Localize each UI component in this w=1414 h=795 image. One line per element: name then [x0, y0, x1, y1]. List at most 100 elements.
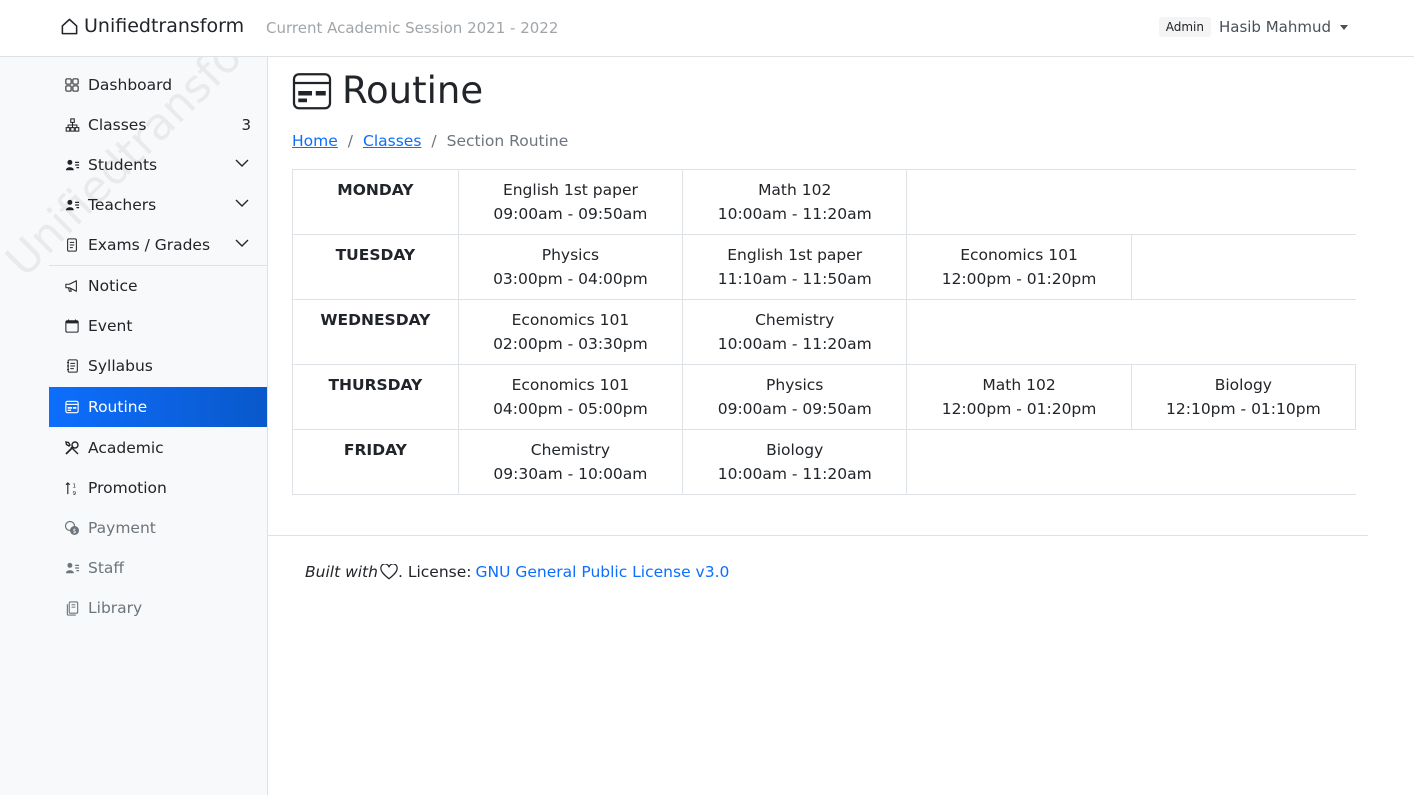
sidebar-item-label: Dashboard: [88, 76, 173, 94]
sidebar-item-label: Exams / Grades: [88, 236, 211, 254]
course-name: Economics 101: [960, 246, 1078, 264]
brand-link[interactable]: Unifiedtransform: [60, 15, 244, 37]
empty-cell: [906, 169, 1356, 235]
course-name: Economics 101: [511, 376, 630, 394]
sidebar-item-notice[interactable]: Notice: [49, 266, 267, 306]
course-name: Biology: [1214, 376, 1272, 394]
sidebar-menu: Dashboard Classes 3 Students Teachers Ex…: [49, 65, 267, 628]
sidebar-item-teachers[interactable]: Teachers: [49, 185, 267, 225]
sidebar-item-classes[interactable]: Classes 3: [49, 105, 267, 145]
built-with-text: Built with: [305, 563, 378, 581]
empty-cell: [906, 429, 1356, 495]
course-name: Biology: [766, 441, 824, 459]
footer: Built with . License: GNU General Public…: [305, 563, 729, 581]
main-content: Routine Home / Classes / Section Routine…: [268, 57, 1414, 795]
course-name: Physics: [541, 246, 600, 264]
license-prefix: . License:: [397, 563, 472, 581]
chevron-down-icon: [235, 159, 249, 167]
period-time: 09:00am - 09:50am: [493, 205, 648, 223]
table-row: TUESDAY Physics 03:00pm - 04:00pm English…: [292, 234, 1356, 300]
chevron-down-icon: [235, 239, 249, 247]
day-cell: WEDNESDAY: [292, 299, 459, 365]
sidebar: Unifiedtransform Dashboard Classes 3 Stu…: [0, 57, 268, 795]
breadcrumb-separator: /: [347, 132, 354, 150]
sidebar-item-label: Syllabus: [88, 357, 153, 375]
period-time: 10:00am - 11:20am: [717, 205, 872, 223]
period-time: 09:30am - 10:00am: [493, 465, 648, 483]
sidebar-item-label: Event: [88, 317, 133, 335]
sidebar-item-label: Promotion: [88, 479, 167, 497]
breadcrumb-separator: /: [431, 132, 437, 150]
empty-cell: [1131, 234, 1356, 300]
breadcrumb-home-link[interactable]: Home: [292, 132, 338, 150]
caret-down-icon: [1340, 24, 1348, 30]
file-text-icon: [64, 237, 80, 253]
chevron-down-icon: [235, 199, 249, 207]
table-row: MONDAY English 1st paper 09:00am - 09:50a…: [292, 169, 1356, 235]
brand-name: Unifiedtransform: [84, 15, 245, 37]
table-row: FRIDAY Chemistry 09:30am - 10:00am Biolog…: [292, 429, 1356, 495]
period-cell: Economics 101 02:00pm - 03:30pm: [457, 299, 684, 365]
course-name: English 1st paper: [727, 246, 863, 264]
svg-text:1: 1: [72, 483, 76, 489]
sidebar-item-label: Notice: [88, 277, 138, 295]
calendar-event-icon: [292, 72, 332, 109]
sidebar-item-payment[interactable]: $ Payment: [49, 508, 267, 548]
sidebar-item-promotion[interactable]: 19 Promotion: [49, 468, 267, 508]
megaphone-icon: [64, 278, 80, 294]
sidebar-item-routine[interactable]: Routine: [49, 387, 267, 427]
sidebar-item-library[interactable]: Library: [49, 588, 267, 628]
sort-numeric-icon: 19: [64, 480, 80, 496]
empty-cell: [906, 299, 1356, 365]
period-time: 10:00am - 11:20am: [717, 465, 872, 483]
period-cell: Math 102 12:00pm - 01:20pm: [906, 364, 1132, 430]
classes-count-badge: 3: [241, 116, 251, 134]
top-navbar: Unifiedtransform Current Academic Sessio…: [0, 0, 1414, 57]
sidebar-item-exams-grades[interactable]: Exams / Grades: [49, 225, 267, 265]
period-cell: Biology 12:10pm - 01:10pm: [1130, 364, 1357, 430]
license-link[interactable]: GNU General Public License v3.0: [475, 563, 729, 581]
breadcrumb-classes-link[interactable]: Classes: [363, 132, 421, 150]
period-cell: Math 102 10:00am - 11:20am: [682, 169, 908, 235]
svg-text:9: 9: [72, 491, 76, 496]
period-cell: English 1st paper 11:10am - 11:50am: [682, 234, 908, 300]
sidebar-item-syllabus[interactable]: Syllabus: [49, 346, 267, 386]
period-cell: Biology 10:00am - 11:20am: [682, 429, 908, 495]
period-time: 10:00am - 11:20am: [717, 335, 872, 353]
period-time: 04:00pm - 05:00pm: [493, 400, 648, 418]
table-row: WEDNESDAY Economics 101 02:00pm - 03:30pm…: [292, 299, 1356, 365]
period-time: 02:00pm - 03:30pm: [493, 335, 648, 353]
house-icon: [61, 18, 78, 34]
sidebar-item-dashboard[interactable]: Dashboard: [49, 65, 267, 105]
person-lines-icon: [64, 560, 80, 576]
sidebar-item-event[interactable]: Event: [49, 306, 267, 346]
page-title-text: Routine: [342, 69, 484, 112]
sidebar-item-label: Staff: [88, 559, 125, 577]
sidebar-item-students[interactable]: Students: [49, 145, 267, 185]
period-time: 12:00pm - 01:20pm: [941, 400, 1097, 418]
user-name: Hasib Mahmud: [1218, 18, 1331, 36]
cash-coin-icon: $: [64, 520, 80, 536]
page-title: Routine: [292, 69, 483, 112]
period-time: 11:10am - 11:50am: [717, 270, 872, 288]
period-time: 12:10pm - 01:10pm: [1166, 400, 1321, 418]
academic-session: Current Academic Session 2021 - 2022: [266, 19, 559, 37]
period-time: 12:00pm - 01:20pm: [941, 270, 1097, 288]
diagram-icon: [64, 117, 80, 133]
person-lines-icon: [64, 157, 80, 173]
grid-icon: [64, 77, 80, 93]
role-badge: Admin: [1158, 17, 1211, 37]
sidebar-item-academic[interactable]: Academic: [49, 428, 267, 468]
period-cell: Economics 101 12:00pm - 01:20pm: [906, 234, 1132, 300]
user-dropdown[interactable]: Admin Hasib Mahmud: [1158, 17, 1348, 37]
sidebar-item-staff[interactable]: Staff: [49, 548, 267, 588]
day-cell: THURSDAY: [292, 364, 459, 430]
day-cell: TUESDAY: [292, 234, 459, 300]
svg-text:$: $: [73, 528, 77, 535]
period-time: 09:00am - 09:50am: [717, 400, 872, 418]
period-time: 03:00pm - 04:00pm: [493, 270, 648, 288]
person-lines-icon: [64, 197, 80, 213]
calendar-icon: [64, 318, 80, 334]
breadcrumb: Home / Classes / Section Routine: [292, 132, 568, 150]
day-cell: MONDAY: [292, 169, 459, 235]
